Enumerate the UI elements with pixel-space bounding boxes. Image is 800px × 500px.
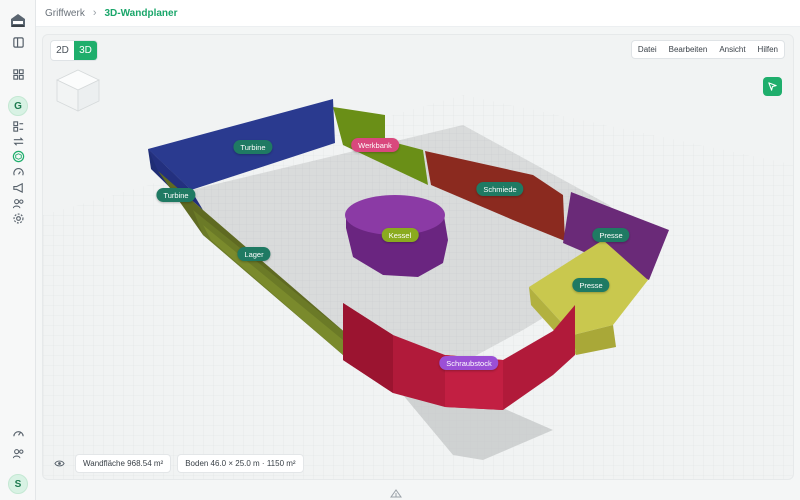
view-toggle: 2D 3D	[50, 40, 98, 61]
view-3d-button[interactable]: 3D	[74, 41, 97, 60]
team-icon[interactable]	[9, 444, 27, 462]
speedometer-icon[interactable]	[9, 424, 27, 442]
wall-label[interactable]: Lager	[237, 247, 271, 261]
menu-hilfen[interactable]: Hilfen	[752, 45, 784, 54]
wall-label[interactable]: Presse	[592, 228, 630, 242]
visibility-toggle[interactable]	[50, 454, 69, 473]
menu-datei[interactable]: Datei	[632, 45, 663, 54]
wall-label[interactable]: Turbine	[233, 140, 273, 154]
logo-icon[interactable]	[9, 11, 27, 29]
breadcrumb-root[interactable]: Griffwerk	[45, 8, 85, 19]
scene-canvas[interactable]	[43, 35, 794, 480]
sidebar: G S	[0, 0, 36, 500]
settings-icon[interactable]	[9, 209, 27, 227]
view-cube[interactable]	[53, 68, 103, 113]
dashboard-icon[interactable]	[9, 65, 27, 83]
floor-stat: Boden 46.0 × 25.0 m · 1150 m²	[177, 454, 304, 473]
wall-area-stat: Wandfläche 968.54 m²	[75, 454, 172, 473]
wall-label[interactable]: Werkbank	[351, 138, 399, 152]
wall-label[interactable]: Turbine	[156, 188, 196, 202]
panel-toggle-icon[interactable]	[9, 33, 27, 51]
resize-handle-icon[interactable]	[390, 488, 402, 498]
user-avatar[interactable]: S	[8, 474, 28, 494]
wall-label[interactable]: Schraubstock	[439, 356, 499, 370]
eye-icon	[54, 460, 65, 467]
wall-label[interactable]: Schmiede	[476, 182, 524, 196]
3d-viewport[interactable]: Turbine Turbine Werkbank Schmiede Lager …	[42, 34, 794, 480]
workspace-avatar[interactable]: G	[8, 96, 28, 116]
menu-ansicht[interactable]: Ansicht	[713, 45, 751, 54]
app-root: G S Griffwerk › 3D-Wandplaner Turbine Tu…	[0, 0, 800, 500]
wall-label[interactable]: Presse	[572, 278, 610, 292]
chevron-right-icon: ›	[92, 7, 97, 19]
view-2d-button[interactable]: 2D	[51, 41, 74, 60]
select-tool-button[interactable]	[763, 77, 782, 96]
wall-label[interactable]: Kessel	[381, 228, 419, 242]
breadcrumb-current: 3D-Wandplaner	[104, 7, 178, 19]
menu-bar: Datei Bearbeiten Ansicht Hilfen	[630, 40, 785, 59]
top-header: Griffwerk › 3D-Wandplaner	[36, 0, 800, 27]
cursor-icon	[768, 82, 777, 91]
menu-bearbeiten[interactable]: Bearbeiten	[663, 45, 714, 54]
stats-bar: Wandfläche 968.54 m² Boden 46.0 × 25.0 m…	[50, 454, 304, 473]
